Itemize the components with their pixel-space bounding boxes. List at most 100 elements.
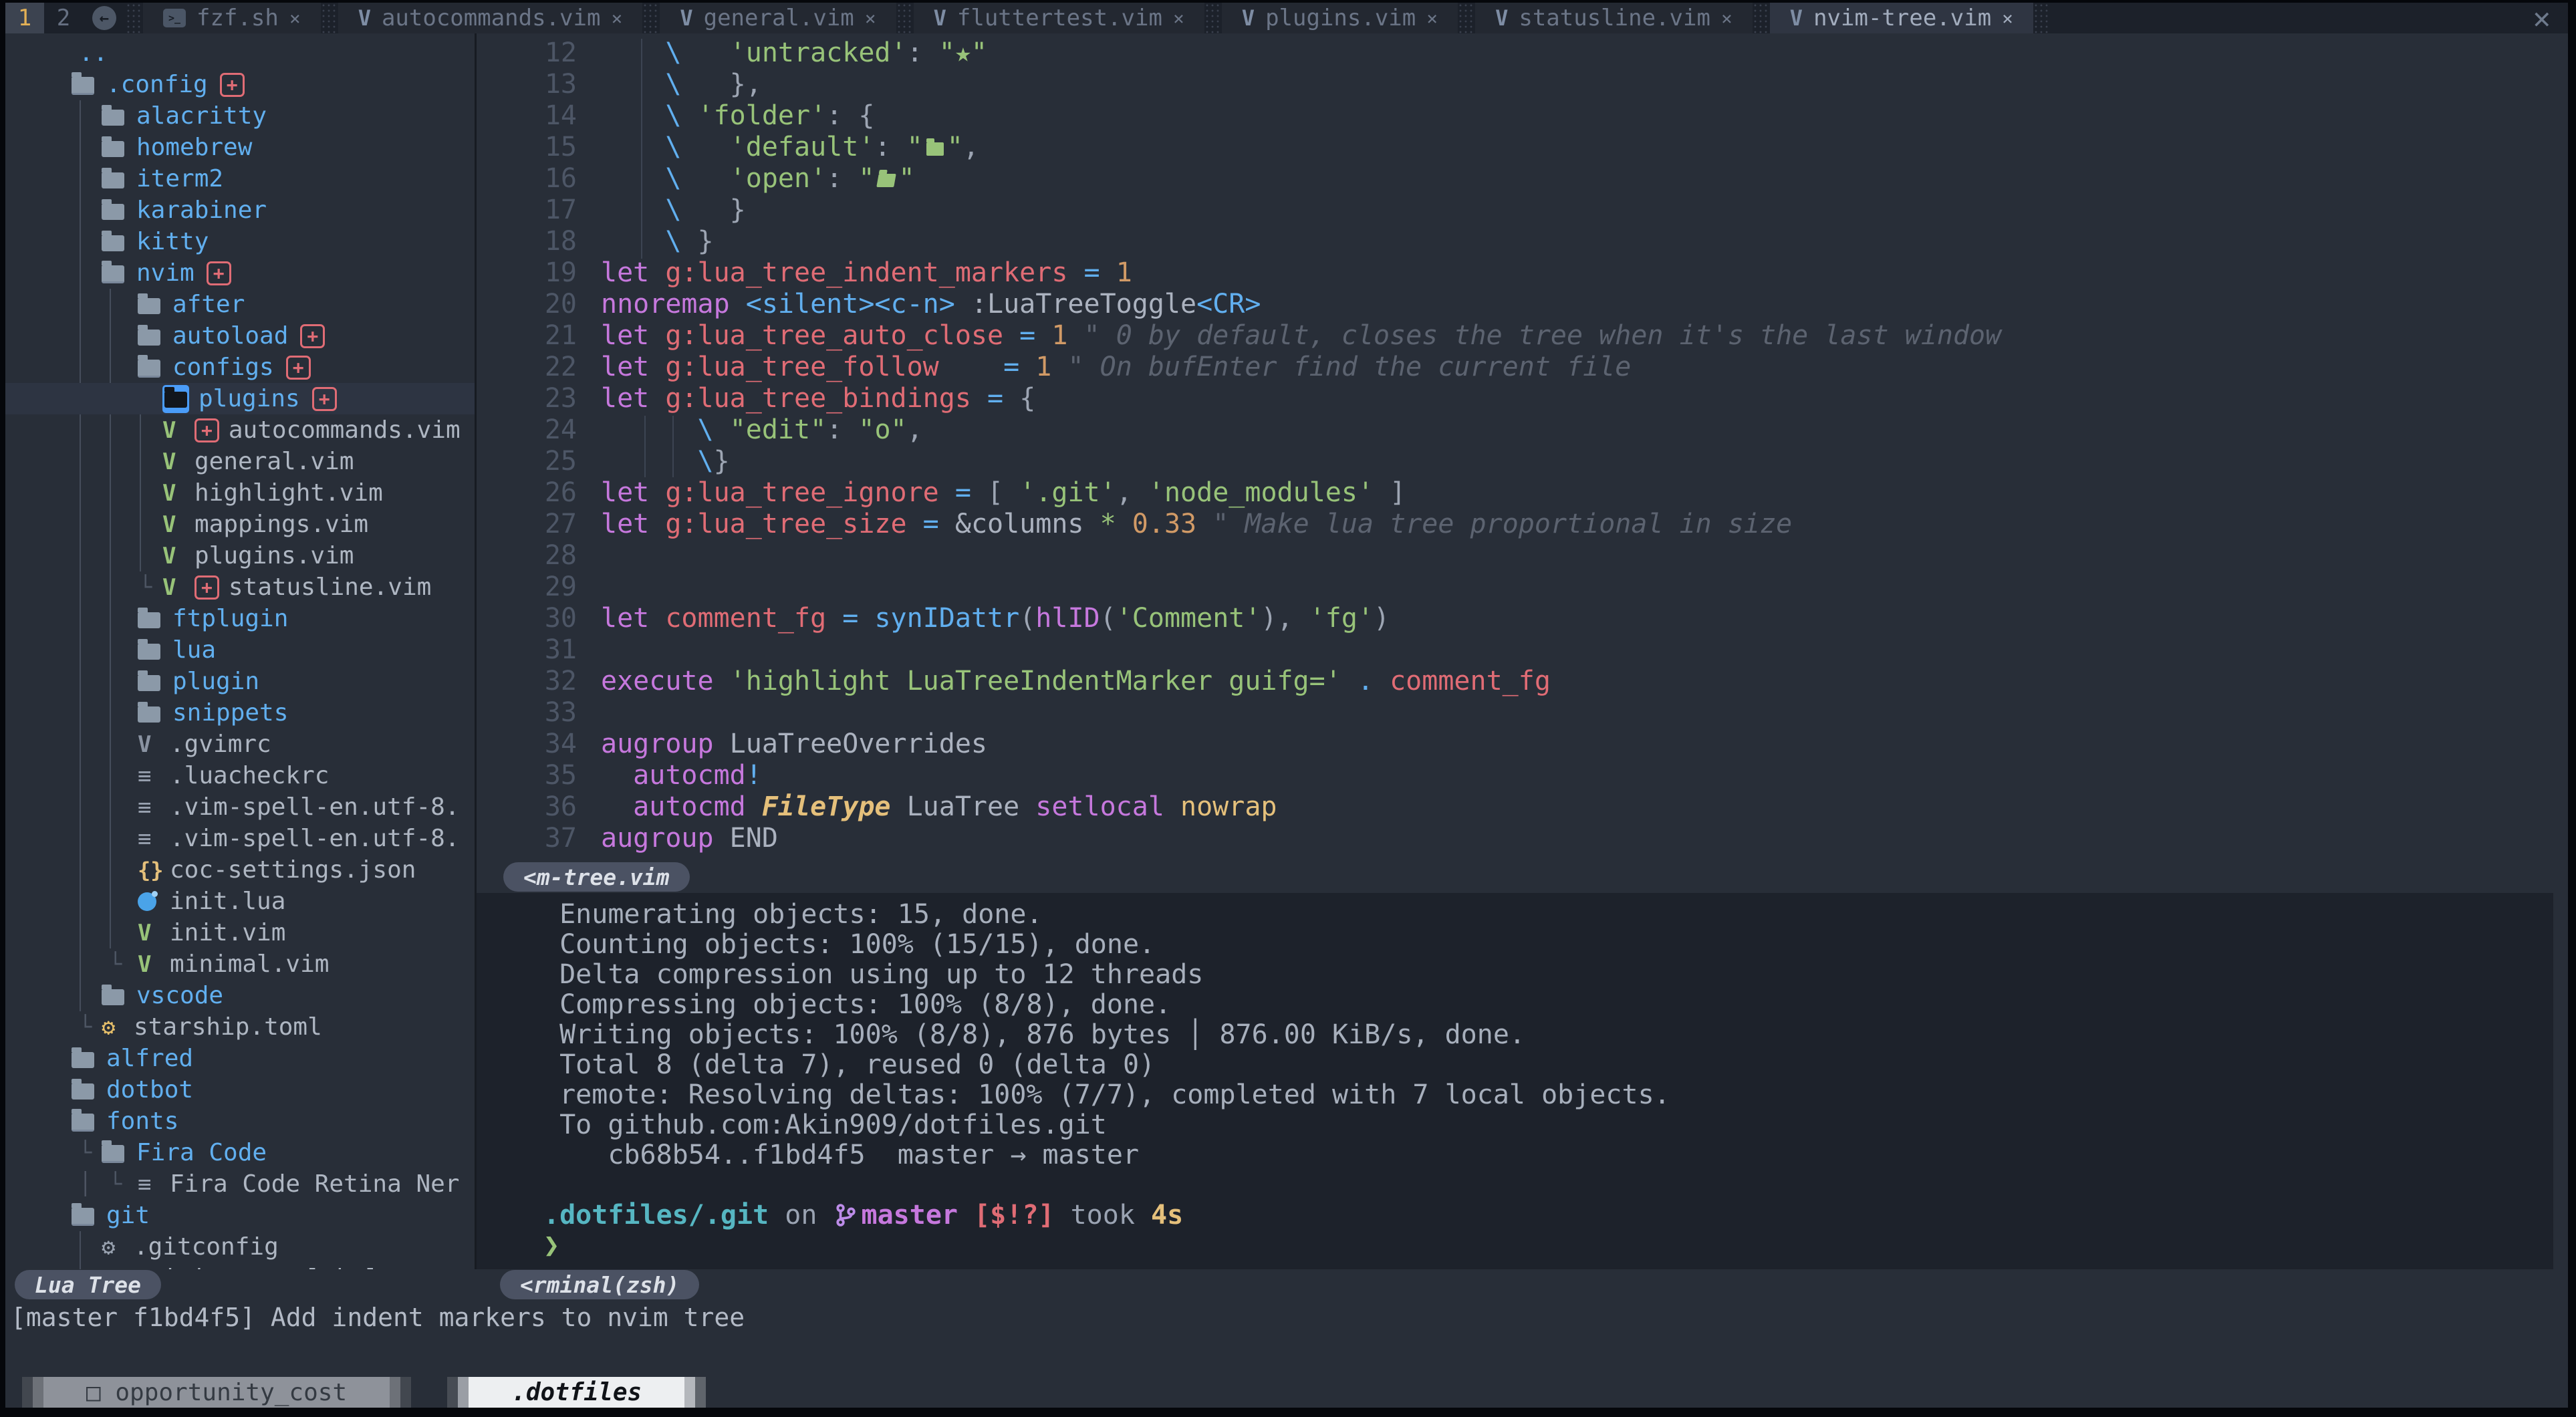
- terminal-pane[interactable]: Enumerating objects: 15, done. Counting …: [477, 893, 2553, 1269]
- main-area: ...config+alacrittyhomebrewiterm2karabin…: [5, 33, 2568, 1269]
- editor-tab[interactable]: Vautocommands.vim×: [338, 3, 643, 33]
- terminal-line: cb68b54..f1bd4f5 master → master: [543, 1140, 2553, 1170]
- code-text: autocmd FileType LuaTree setlocal nowrap: [577, 791, 1277, 823]
- tree-item[interactable]: plugin: [5, 666, 475, 697]
- tree-item[interactable]: ≡.vim-spell-en.utf-8.: [5, 791, 475, 823]
- tree-branch-glyph: └: [79, 1137, 92, 1168]
- segment-edge: [33, 1377, 43, 1408]
- folder-open-icon: [72, 1208, 94, 1226]
- tab-close-icon[interactable]: ×: [289, 7, 301, 29]
- tree-item[interactable]: configs+: [5, 352, 475, 383]
- editor-tab[interactable]: Vplugins.vim×: [1222, 3, 1458, 33]
- tree-item-label: plugin: [172, 668, 259, 695]
- code-text: \ 'default': "",: [577, 132, 979, 163]
- workspace-button[interactable]: 1: [5, 3, 44, 33]
- tree-item-label: .luacheckrc: [170, 762, 329, 789]
- prompt-cursor[interactable]: ❯: [543, 1231, 2553, 1261]
- tree-item[interactable]: └Vminimal.vim: [5, 948, 475, 980]
- tree-item[interactable]: ≡.luacheckrc: [5, 760, 475, 791]
- editor-column: 12 \ 'untracked': "★"13 \ },14 \ 'folder…: [477, 33, 2568, 1269]
- tree-item[interactable]: Vhighlight.vim: [5, 477, 475, 509]
- code-text: [577, 697, 601, 729]
- tmux-window[interactable]: □ opportunity_cost: [22, 1377, 411, 1408]
- luatree-statusline-pill: Lua Tree: [15, 1270, 161, 1299]
- vim-icon: V: [162, 574, 182, 601]
- line-number: 34: [477, 729, 577, 760]
- code-text: let comment_fg = synIDattr(hlID('Comment…: [577, 603, 1390, 634]
- tab-close-icon[interactable]: ×: [1721, 7, 1732, 29]
- tree-item[interactable]: fonts: [5, 1106, 475, 1137]
- tree-item[interactable]: autoload+: [5, 320, 475, 352]
- tree-item[interactable]: vscode: [5, 980, 475, 1011]
- tree-item[interactable]: ⚙.gitconfig: [5, 1231, 475, 1263]
- tab-close-icon[interactable]: ×: [865, 7, 876, 29]
- tree-item[interactable]: git: [5, 1200, 475, 1231]
- vim-icon: V: [138, 920, 158, 946]
- tree-item[interactable]: dotbot: [5, 1074, 475, 1106]
- tree-item[interactable]: iterm2: [5, 163, 475, 195]
- tree-item-label: after: [172, 291, 245, 318]
- workspace-button[interactable]: 2: [44, 3, 83, 33]
- tree-item-label: git: [106, 1202, 150, 1229]
- tree-item[interactable]: ..: [5, 37, 475, 69]
- tree-item[interactable]: {}coc-settings.json: [5, 854, 475, 886]
- folder-icon: [138, 298, 160, 314]
- tree-item[interactable]: V.gvimrc: [5, 729, 475, 760]
- tree-item[interactable]: kitty: [5, 226, 475, 257]
- tab-close-icon[interactable]: ×: [1173, 7, 1184, 29]
- editor-tab[interactable]: Vnvim-tree.vim×: [1770, 3, 2033, 33]
- tree-item[interactable]: lua: [5, 634, 475, 666]
- editor-tab[interactable]: Vfluttertest.vim×: [914, 3, 1204, 33]
- tab-close-icon[interactable]: ×: [611, 7, 622, 29]
- tree-item[interactable]: snippets: [5, 697, 475, 729]
- tree-item[interactable]: Vplugins.vim: [5, 540, 475, 571]
- tree-item[interactable]: └⚙starship.toml: [5, 1011, 475, 1043]
- tree-item[interactable]: nvim+: [5, 257, 475, 289]
- tree-item[interactable]: V+autocommands.vim: [5, 414, 475, 446]
- tree-item-label: init.lua: [170, 888, 285, 915]
- tree-item[interactable]: init.lua: [5, 886, 475, 917]
- tree-item[interactable]: after: [5, 289, 475, 320]
- tree-item[interactable]: .config+: [5, 69, 475, 100]
- line-number: 33: [477, 697, 577, 729]
- code-text: let g:lua_tree_ignore = [ '.git', 'node_…: [577, 477, 1406, 509]
- tab-close-icon[interactable]: ×: [1426, 7, 1438, 29]
- editor-tab[interactable]: Vstatusline.vim×: [1475, 3, 1753, 33]
- code-text: let g:lua_tree_indent_markers = 1: [577, 257, 1132, 289]
- tree-item[interactable]: Vgeneral.vim: [5, 446, 475, 477]
- tree-item[interactable]: └Fira Code: [5, 1137, 475, 1168]
- tab-separator: [896, 3, 914, 33]
- tree-item[interactable]: │└≡Fira Code Retina Ner: [5, 1168, 475, 1200]
- code-line: 15 \ 'default': "",: [477, 132, 2568, 163]
- folder-icon: [102, 172, 124, 188]
- tree-branch-glyph: │: [79, 1168, 92, 1200]
- tree-item[interactable]: Vinit.vim: [5, 917, 475, 948]
- tree-item[interactable]: plugins+: [5, 383, 475, 414]
- tree-item[interactable]: ≡.vim-spell-en.utf-8.: [5, 823, 475, 854]
- editor-tab[interactable]: >_fzf.sh×: [143, 3, 321, 33]
- folder-open-icon: [72, 77, 94, 95]
- editor-tab[interactable]: Vgeneral.vim×: [660, 3, 896, 33]
- code-text: \ 'untracked': "★": [577, 37, 987, 69]
- tree-item[interactable]: Vmappings.vim: [5, 509, 475, 540]
- tree-item[interactable]: ≡.gitignore_global: [5, 1263, 475, 1269]
- tree-item[interactable]: └V+statusline.vim: [5, 571, 475, 603]
- tmux-window[interactable]: .dotfiles: [447, 1377, 706, 1408]
- tree-item[interactable]: alacritty: [5, 100, 475, 132]
- terminal-window: 12←>_fzf.sh×Vautocommands.vim×Vgeneral.v…: [5, 3, 2568, 1408]
- git-new-badge: +: [195, 575, 219, 600]
- line-number: 16: [477, 163, 577, 195]
- back-arrow-icon[interactable]: ←: [92, 6, 116, 30]
- tree-item[interactable]: homebrew: [5, 132, 475, 163]
- tree-item[interactable]: karabiner: [5, 195, 475, 226]
- tab-close-icon[interactable]: ×: [2002, 7, 2013, 29]
- tree-item-label: autocommands.vim: [229, 416, 461, 444]
- code-editor[interactable]: 12 \ 'untracked': "★"13 \ },14 \ 'folder…: [477, 33, 2568, 893]
- code-text: let g:lua_tree_size = &columns * 0.33 " …: [577, 509, 1792, 540]
- line-number: 26: [477, 477, 577, 509]
- close-icon[interactable]: ✕: [2533, 3, 2551, 35]
- tree-item[interactable]: alfred: [5, 1043, 475, 1074]
- tree-item[interactable]: ftplugin: [5, 603, 475, 634]
- line-number: 36: [477, 791, 577, 823]
- tmux-window-label: .dotfiles: [469, 1377, 684, 1408]
